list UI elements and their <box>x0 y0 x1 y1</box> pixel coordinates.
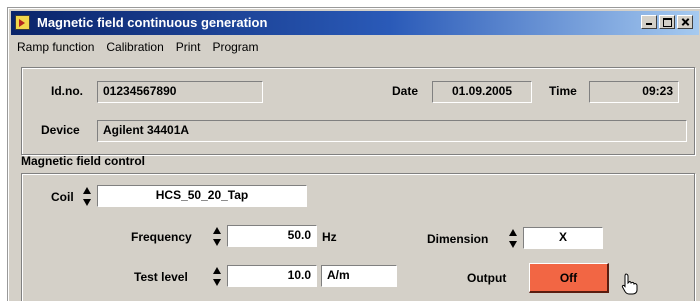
id-label: Id.no. <box>51 84 83 98</box>
app-icon <box>15 15 30 30</box>
app-window: Magnetic field continuous generation Ram… <box>8 8 700 301</box>
close-icon[interactable] <box>677 15 693 29</box>
time-field: 09:23 <box>589 81 679 103</box>
spin-up-icon[interactable] <box>213 267 221 274</box>
id-field: 01234567890 <box>97 81 263 103</box>
spin-down-icon[interactable] <box>83 199 91 206</box>
dimension-spinner[interactable] <box>509 229 517 248</box>
frequency-label: Frequency <box>131 230 192 244</box>
spin-up-icon[interactable] <box>509 229 517 236</box>
menu-ramp-function[interactable]: Ramp function <box>11 40 100 54</box>
device-field: Agilent 34401A <box>97 120 687 142</box>
coil-spinner[interactable] <box>83 187 91 206</box>
title-bar[interactable]: Magnetic field continuous generation <box>11 11 699 35</box>
coil-label: Coil <box>51 190 74 204</box>
test-level-spinner[interactable] <box>213 267 221 286</box>
maximize-icon[interactable] <box>659 15 675 29</box>
spin-down-icon[interactable] <box>213 279 221 286</box>
menu-calibration[interactable]: Calibration <box>100 40 169 54</box>
frequency-spinner[interactable] <box>213 227 221 246</box>
menu-program[interactable]: Program <box>206 40 264 54</box>
coil-field[interactable]: HCS_50_20_Tap <box>97 185 307 207</box>
section-title: Magnetic field control <box>21 154 146 168</box>
frequency-field[interactable]: 50.0 <box>227 225 317 247</box>
spin-up-icon[interactable] <box>213 227 221 234</box>
time-label: Time <box>549 84 577 98</box>
dimension-label: Dimension <box>427 232 489 246</box>
test-level-unit[interactable]: A/m <box>321 265 397 287</box>
minimize-icon[interactable] <box>641 15 657 29</box>
window-title: Magnetic field continuous generation <box>37 15 268 30</box>
test-level-label: Test level <box>134 270 188 284</box>
dimension-field[interactable]: X <box>523 227 603 249</box>
menu-print[interactable]: Print <box>170 40 207 54</box>
frequency-unit: Hz <box>322 230 337 244</box>
hand-cursor-icon <box>621 273 638 295</box>
output-label: Output <box>467 271 507 285</box>
device-label: Device <box>41 123 80 137</box>
spin-up-icon[interactable] <box>83 187 91 194</box>
date-label: Date <box>392 84 419 98</box>
test-level-field[interactable]: 10.0 <box>227 265 317 287</box>
spin-down-icon[interactable] <box>213 239 221 246</box>
menu-bar: Ramp function Calibration Print Program <box>11 37 699 57</box>
date-field: 01.09.2005 <box>432 81 532 103</box>
window-controls <box>641 15 693 29</box>
output-off-button[interactable]: Off <box>529 263 609 293</box>
spin-down-icon[interactable] <box>509 241 517 248</box>
